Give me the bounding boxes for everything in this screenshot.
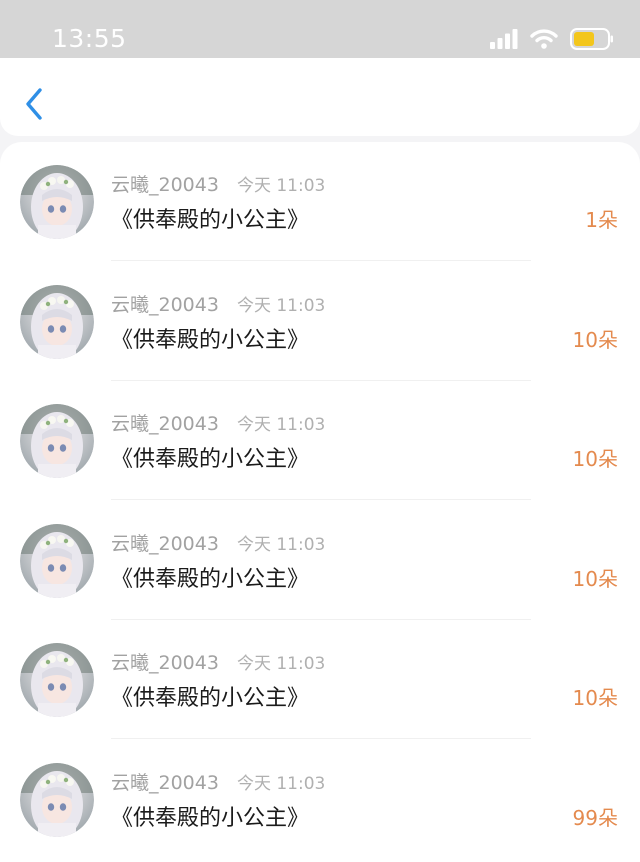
gift-amount: 1朵 bbox=[585, 208, 618, 232]
list-item[interactable]: 云曦_20043 今天 11:03 《供奉殿的小公主》 10朵 bbox=[0, 501, 640, 620]
avatar-illustration bbox=[20, 165, 94, 239]
avatar[interactable] bbox=[20, 523, 94, 598]
timestamp: 今天 11:03 bbox=[236, 534, 326, 555]
username[interactable]: 云曦_20043 bbox=[111, 290, 219, 317]
chevron-left-icon bbox=[26, 88, 42, 120]
gift-amount: 99朵 bbox=[572, 805, 618, 830]
wifi-icon bbox=[530, 29, 558, 49]
book-title: 《供奉殿的小公主》 bbox=[111, 447, 310, 472]
signal-icon bbox=[490, 29, 518, 49]
book-title: 《供奉殿的小公主》 bbox=[111, 208, 310, 233]
username[interactable]: 云曦_20043 bbox=[111, 648, 219, 675]
list-item[interactable]: 云曦_20043 今天 11:03 《供奉殿的小公主》 10朵 bbox=[0, 381, 640, 500]
timestamp: 今天 11:03 bbox=[236, 773, 326, 794]
battery-icon bbox=[570, 28, 613, 50]
avatar-illustration bbox=[20, 404, 94, 478]
username[interactable]: 云曦_20043 bbox=[111, 170, 219, 197]
back-button[interactable] bbox=[22, 86, 50, 122]
item-meta: 云曦_20043 今天 11:03 bbox=[111, 290, 325, 317]
timestamp: 今天 11:03 bbox=[236, 295, 326, 316]
gift-record-list: 云曦_20043 今天 11:03 《供奉殿的小公主》 1朵 云曦_20043 今天 11… bbox=[0, 142, 640, 862]
item-meta: 云曦_20043 今天 11:03 bbox=[111, 529, 325, 556]
timestamp: 今天 11:03 bbox=[236, 654, 326, 674]
username[interactable]: 云曦_20043 bbox=[111, 409, 219, 436]
gift-amount: 10朵 bbox=[572, 327, 618, 352]
avatar-illustration bbox=[20, 284, 94, 359]
avatar[interactable] bbox=[20, 165, 94, 239]
username[interactable]: 云曦_20043 bbox=[111, 529, 219, 556]
avatar[interactable] bbox=[20, 762, 94, 837]
avatar-illustration bbox=[20, 762, 94, 837]
book-title: 《供奉殿的小公主》 bbox=[111, 686, 310, 711]
item-meta: 云曦_20043 今天 11:03 bbox=[111, 648, 325, 675]
list-item[interactable]: 云曦_20043 今天 11:03 《供奉殿的小公主》 1朵 bbox=[0, 142, 640, 261]
nav-bar bbox=[0, 58, 640, 136]
list-item[interactable]: 云曦_20043 今天 11:03 《供奉殿的小公主》 10朵 bbox=[0, 620, 640, 739]
avatar-illustration bbox=[20, 523, 94, 598]
gift-amount: 10朵 bbox=[572, 686, 618, 710]
status-time: 13:55 bbox=[52, 24, 127, 53]
book-title: 《供奉殿的小公主》 bbox=[111, 805, 310, 831]
status-bar: 13:55 bbox=[0, 0, 640, 58]
status-icons bbox=[490, 28, 614, 50]
book-title: 《供奉殿的小公主》 bbox=[111, 327, 310, 353]
avatar-illustration bbox=[20, 643, 94, 717]
username[interactable]: 云曦_20043 bbox=[111, 768, 219, 795]
avatar[interactable] bbox=[20, 404, 94, 478]
item-meta: 云曦_20043 今天 11:03 bbox=[111, 768, 325, 795]
avatar[interactable] bbox=[20, 284, 94, 359]
avatar[interactable] bbox=[20, 643, 94, 717]
timestamp: 今天 11:03 bbox=[236, 415, 326, 435]
item-meta: 云曦_20043 今天 11:03 bbox=[111, 409, 325, 436]
list-item[interactable]: 云曦_20043 今天 11:03 《供奉殿的小公主》 10朵 bbox=[0, 262, 640, 381]
list-item[interactable]: 云曦_20043 今天 11:03 《供奉殿的小公主》 99朵 bbox=[0, 740, 640, 859]
timestamp: 今天 11:03 bbox=[236, 176, 326, 196]
gift-amount: 10朵 bbox=[572, 566, 618, 591]
gift-amount: 10朵 bbox=[572, 447, 618, 471]
item-meta: 云曦_20043 今天 11:03 bbox=[111, 170, 325, 197]
book-title: 《供奉殿的小公主》 bbox=[111, 566, 310, 592]
